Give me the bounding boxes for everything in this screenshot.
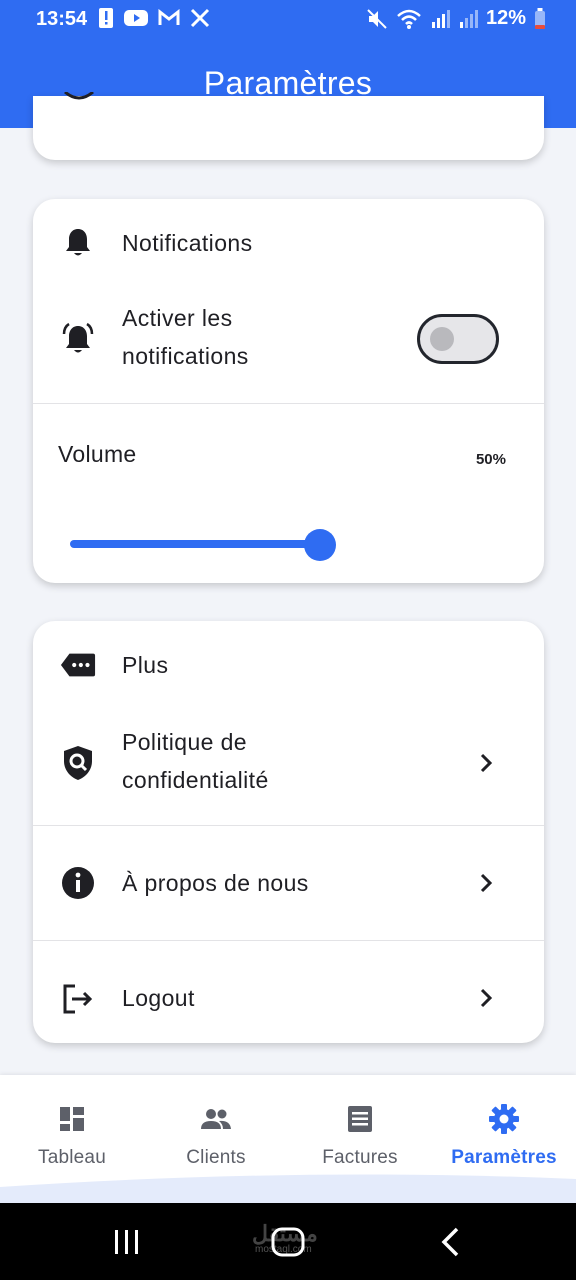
dashboard-icon	[56, 1103, 88, 1135]
privacy-policy-line2: confidentialité	[122, 767, 269, 793]
info-icon	[60, 865, 96, 901]
gmail-icon	[158, 9, 180, 25]
notifications-title: Notifications	[122, 230, 253, 256]
nav-tableau[interactable]: Tableau	[0, 1103, 144, 1179]
bottom-navigation: Tableau Clients Factures Paramètres	[0, 1075, 576, 1203]
notifications-card: Notifications Activer les notifications …	[33, 199, 544, 583]
system-navigation-bar: مستقل mostaql.com	[0, 1203, 576, 1280]
chevron-right-icon	[480, 753, 493, 773]
previous-settings-card	[33, 92, 544, 160]
more-tag-icon	[60, 647, 96, 683]
status-right-icons: 12%	[366, 7, 546, 30]
volume-label: Volume	[58, 441, 137, 467]
enable-notifications-line2: notifications	[122, 343, 249, 369]
privacy-policy-row[interactable]: Politique de confidentialité	[33, 723, 544, 803]
chevron-right-icon	[480, 873, 493, 893]
more-card: Plus Politique de confidentialité À prop…	[33, 621, 544, 1043]
notifications-header: Notifications	[33, 223, 544, 263]
privacy-policy-label: Politique de confidentialité	[122, 723, 269, 799]
slider-track	[70, 540, 320, 548]
battery-icon	[535, 7, 545, 29]
nav-factures[interactable]: Factures	[288, 1103, 432, 1179]
recent-apps-button[interactable]	[112, 1227, 142, 1257]
toggle-knob	[430, 327, 454, 351]
back-button[interactable]	[436, 1227, 464, 1257]
enable-notifications-label: Activer les notifications	[122, 299, 249, 375]
alert-icon	[99, 8, 113, 28]
gear-icon	[488, 1103, 520, 1135]
privacy-policy-line1: Politique de	[122, 729, 247, 755]
logout-label: Logout	[122, 985, 195, 1011]
status-left-icons	[98, 7, 210, 29]
mute-icon	[367, 8, 387, 29]
people-icon	[200, 1103, 232, 1135]
signal-icon-1	[431, 9, 450, 28]
notifications-toggle[interactable]	[417, 314, 499, 364]
nav-label: Clients	[186, 1147, 246, 1168]
about-us-label: À propos de nous	[122, 870, 309, 896]
nav-label: Paramètres	[451, 1147, 557, 1168]
wifi-icon	[397, 9, 421, 29]
youtube-icon	[124, 10, 148, 26]
partial-icon	[64, 92, 94, 100]
bell-icon	[60, 225, 96, 261]
more-title: Plus	[122, 652, 169, 678]
home-button[interactable]	[270, 1227, 306, 1257]
chevron-right-icon	[480, 988, 493, 1008]
nav-label: Tableau	[38, 1147, 106, 1168]
volume-value: 50%	[475, 451, 506, 468]
about-us-row[interactable]: À propos de nous	[33, 826, 544, 940]
bell-ringing-icon	[60, 321, 96, 357]
slider-thumb[interactable]	[304, 529, 336, 561]
volume-slider[interactable]	[70, 529, 336, 561]
status-time: 13:54	[36, 8, 88, 30]
status-bar: 13:54 12%	[0, 0, 576, 38]
enable-notifications-line1: Activer les	[122, 305, 233, 331]
receipt-icon	[344, 1103, 376, 1135]
nav-clients[interactable]: Clients	[144, 1103, 288, 1179]
shield-search-icon	[60, 745, 96, 781]
more-header: Plus	[33, 645, 544, 685]
logout-icon	[60, 981, 96, 1017]
nav-parametres[interactable]: Paramètres	[432, 1103, 576, 1179]
x-icon	[190, 8, 210, 28]
nav-label: Factures	[322, 1147, 398, 1168]
logout-row[interactable]: Logout	[33, 941, 544, 1043]
signal-icon-2	[459, 9, 478, 28]
divider	[33, 403, 544, 404]
battery-percent: 12%	[485, 7, 526, 29]
